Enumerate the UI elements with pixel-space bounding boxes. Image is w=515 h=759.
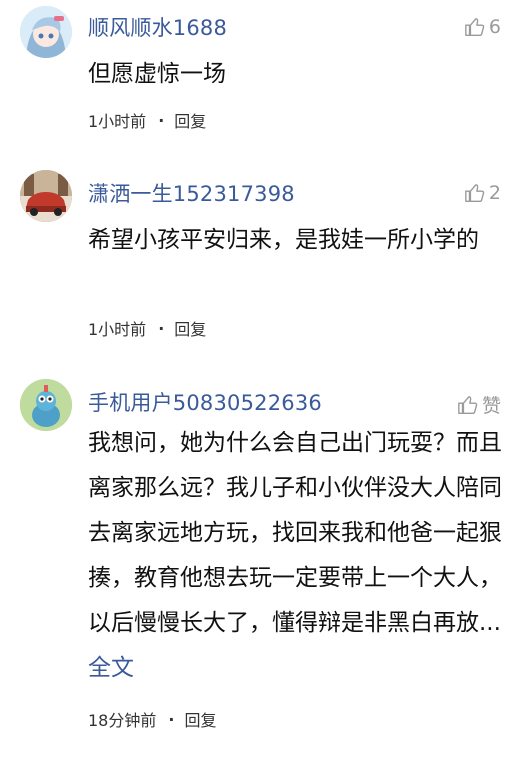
thumbs-up-icon [465, 184, 485, 202]
avatar-image [20, 379, 72, 431]
comment-item: 顺风顺水1688 6 但愿虚惊一场 1小时前 · 回复 [0, 0, 515, 150]
comment-meta: 18分钟前 · 回复 [88, 707, 216, 731]
comment-time: 18分钟前 [88, 711, 157, 730]
comment-text-truncated: 我想问，她为什么会自己出门玩耍？而且离家那么远？我儿子和小伙伴没大人陪同去离家远… [88, 430, 502, 636]
comment-text: 我想问，她为什么会自己出门玩耍？而且离家那么远？我儿子和小伙伴没大人陪同去离家远… [88, 421, 503, 691]
like-label: 赞 [481, 395, 501, 417]
avatar-image [20, 6, 72, 58]
comment-text: 希望小孩平安归来，是我娃一所小学的 [88, 227, 479, 253]
comment-username[interactable]: 顺风顺水1688 [88, 12, 227, 42]
comment-item: 手机用户50830522636 赞 我想问，她为什么会自己出门玩耍？而且离家那么… [0, 365, 515, 755]
comment-time: 1小时前 [88, 320, 147, 339]
reply-button[interactable]: 回复 [174, 108, 206, 132]
avatar[interactable] [20, 379, 72, 431]
comment-time: 1小时前 [88, 112, 147, 131]
avatar-image [20, 170, 72, 222]
comment-meta: 1小时前 · 回复 [88, 108, 206, 132]
full-text-link[interactable]: 全文 [88, 655, 134, 681]
like-button[interactable]: 2 [464, 182, 501, 204]
comment-meta: 1小时前 · 回复 [88, 316, 206, 340]
like-button[interactable]: 6 [464, 16, 501, 38]
reply-button[interactable]: 回复 [174, 316, 206, 340]
like-count: 2 [488, 182, 501, 204]
avatar[interactable] [20, 6, 72, 58]
reply-button[interactable]: 回复 [184, 707, 216, 731]
thumbs-up-icon [458, 395, 478, 414]
thumbs-up-icon [465, 18, 485, 36]
like-button[interactable]: 赞 [457, 391, 501, 418]
like-count: 6 [488, 16, 501, 38]
separator-dot: · [158, 110, 165, 130]
avatar[interactable] [20, 170, 72, 222]
comment-text: 但愿虚惊一场 [88, 61, 226, 87]
comment-username[interactable]: 潇洒一生152317398 [88, 178, 295, 208]
separator-dot: · [158, 318, 165, 338]
comment-item: 潇洒一生152317398 2 希望小孩平安归来，是我娃一所小学的 1小时前 ·… [0, 160, 515, 360]
comment-username[interactable]: 手机用户50830522636 [88, 387, 322, 417]
separator-dot: · [168, 709, 175, 729]
